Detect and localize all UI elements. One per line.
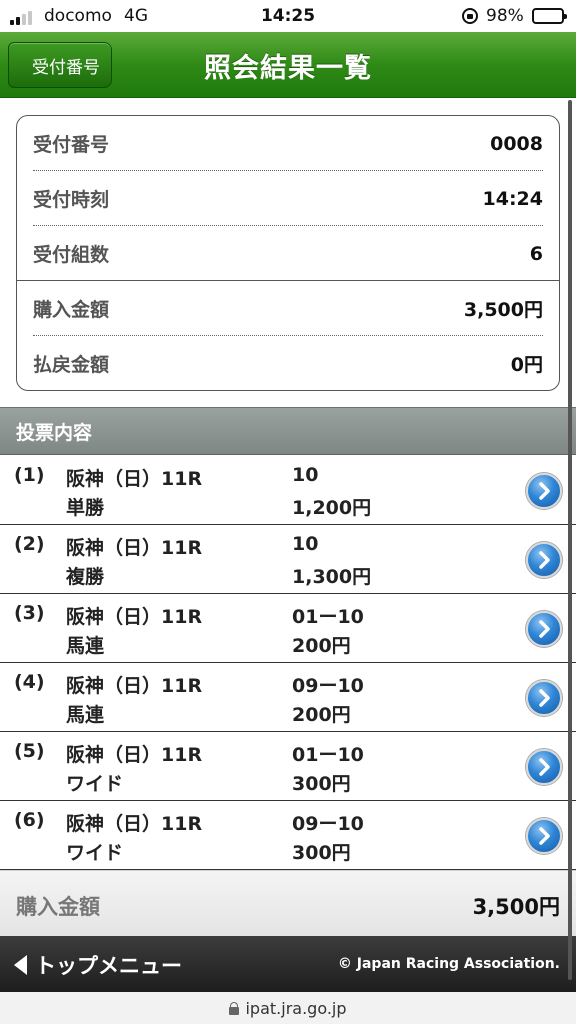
section-header-bet-contents: 投票内容 — [0, 407, 576, 455]
page-title: 照会結果一覧 — [204, 53, 372, 84]
bet-selection: 10 — [292, 533, 319, 555]
chevron-right-icon[interactable] — [526, 542, 562, 578]
bet-type: 単勝 — [66, 497, 105, 519]
bet-race: 阪神（日）11R — [66, 744, 203, 766]
rotation-lock-icon — [462, 8, 478, 24]
bet-type: 馬連 — [66, 635, 105, 657]
summary-value: 0008 — [490, 132, 543, 155]
summary-value: 14:24 — [482, 187, 543, 210]
summary-value: 3,500円 — [463, 299, 543, 321]
bet-selection: 09ー10 — [292, 813, 364, 835]
lock-icon — [229, 1001, 240, 1015]
summary-value: 0円 — [510, 354, 543, 376]
bet-amount: 300円 — [292, 842, 351, 864]
section-title: 投票内容 — [16, 421, 93, 444]
bet-row[interactable]: (3) 阪神（日）11R 馬連 01ー10 200円 — [0, 594, 576, 663]
summary-row-payout-amount: 払戻金額 0円 — [33, 336, 543, 391]
total-value: 3,500円 — [472, 895, 560, 919]
summary-row-set-count: 受付組数 6 — [33, 226, 543, 281]
bet-race: 阪神（日）11R — [66, 606, 203, 628]
chevron-right-icon[interactable] — [526, 818, 562, 854]
summary-label: 受付時刻 — [33, 189, 110, 211]
receipt-summary-panel: 受付番号 0008 受付時刻 14:24 受付組数 6 購入金額 3,500円 … — [16, 115, 560, 391]
purchase-total-bar: 購入金額 3,500円 — [0, 870, 576, 936]
scroll-indicator — [568, 100, 572, 980]
bet-number: (2) — [14, 533, 45, 555]
url-text: ipat.jra.go.jp — [245, 998, 347, 1018]
bet-type: ワイド — [66, 842, 124, 864]
summary-row-receipt-time: 受付時刻 14:24 — [33, 171, 543, 226]
bet-row[interactable]: (2) 阪神（日）11R 複勝 10 1,300円 — [0, 525, 576, 594]
bet-row[interactable]: (1) 阪神（日）11R 単勝 10 1,200円 — [0, 456, 576, 525]
total-label: 購入金額 — [16, 895, 100, 919]
chevron-right-icon[interactable] — [526, 473, 562, 509]
summary-value: 6 — [529, 242, 543, 265]
bet-selection: 09ー10 — [292, 675, 364, 697]
bet-row[interactable]: (4) 阪神（日）11R 馬連 09ー10 200円 — [0, 663, 576, 732]
bet-row[interactable]: (6) 阪神（日）11R ワイド 09ー10 300円 — [0, 801, 576, 870]
bet-race: 阪神（日）11R — [66, 675, 203, 697]
bet-amount: 300円 — [292, 773, 351, 795]
summary-row-receipt-number: 受付番号 0008 — [33, 116, 543, 171]
summary-label: 払戻金額 — [33, 354, 110, 376]
summary-label: 購入金額 — [33, 299, 110, 321]
battery-percentage: 98% — [486, 6, 524, 26]
bet-selection: 10 — [292, 464, 319, 486]
bet-number: (5) — [14, 740, 45, 762]
top-menu-link[interactable]: トップメニュー — [14, 950, 182, 980]
summary-label: 受付組数 — [33, 244, 110, 266]
bet-type: 複勝 — [66, 566, 105, 588]
bet-number: (4) — [14, 671, 45, 693]
battery-icon — [532, 8, 567, 24]
bet-amount: 1,300円 — [292, 566, 372, 588]
bet-number: (1) — [14, 464, 45, 486]
bet-number: (3) — [14, 602, 45, 624]
chevron-right-icon[interactable] — [526, 749, 562, 785]
bet-race: 阪神（日）11R — [66, 537, 203, 559]
chevron-right-icon[interactable] — [526, 680, 562, 716]
bet-amount: 1,200円 — [292, 497, 372, 519]
bet-selection: 01ー10 — [292, 606, 364, 628]
bet-amount: 200円 — [292, 635, 351, 657]
browser-url-bar[interactable]: ipat.jra.go.jp — [0, 992, 576, 1024]
summary-label: 受付番号 — [33, 134, 110, 156]
triangle-left-icon — [14, 955, 27, 975]
bet-row[interactable]: (5) 阪神（日）11R ワイド 01ー10 300円 — [0, 732, 576, 801]
top-menu-label: トップメニュー — [35, 954, 182, 978]
bet-selection: 01ー10 — [292, 744, 364, 766]
bet-amount: 200円 — [292, 704, 351, 726]
copyright-text: © Japan Racing Association. — [337, 956, 560, 972]
bet-race: 阪神（日）11R — [66, 813, 203, 835]
bet-race: 阪神（日）11R — [66, 468, 203, 490]
chevron-right-icon[interactable] — [526, 611, 562, 647]
bet-type: 馬連 — [66, 704, 105, 726]
footer-bar: トップメニュー © Japan Racing Association. — [0, 936, 576, 992]
app-header: 受付番号 照会結果一覧 — [0, 32, 576, 98]
summary-row-purchase-amount: 購入金額 3,500円 — [33, 281, 543, 336]
bet-type: ワイド — [66, 773, 124, 795]
bet-number: (6) — [14, 809, 45, 831]
status-bar: docomo 4G 14:25 98% — [0, 0, 576, 32]
